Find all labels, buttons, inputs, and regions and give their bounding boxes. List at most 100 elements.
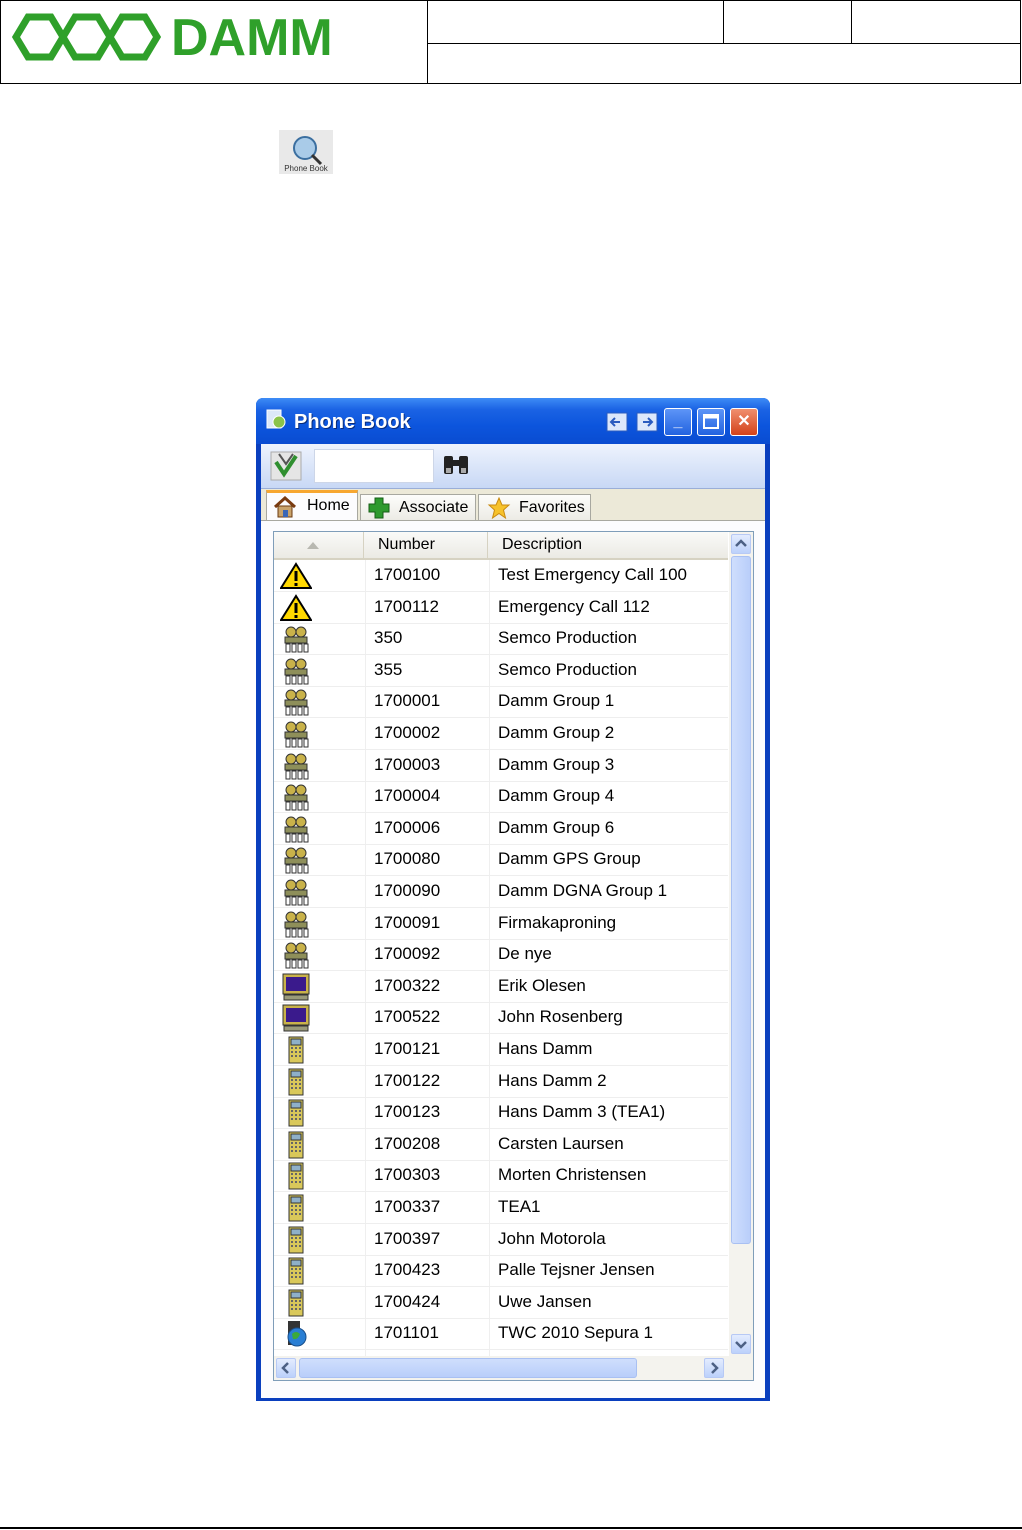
group-icon [280,625,312,653]
row-number: 1700112 [374,596,439,616]
group-icon [280,815,312,843]
horizontal-scroll-thumb[interactable] [299,1358,637,1378]
tab-associate[interactable]: Associate [360,494,476,520]
phone-book-app-icon [264,408,288,437]
binoculars-icon[interactable] [441,452,473,485]
row-number: 1700337 [374,1197,441,1216]
row-description: Test Emergency Call 100 [498,565,687,584]
table-row[interactable]: 1700003 Damm Group 3 [274,750,728,782]
footer-divider [0,1527,1022,1529]
row-description: Uwe Jansen [498,1291,592,1311]
table-row[interactable]: 355 Semco Production [274,655,728,687]
tab-home[interactable]: Home [266,490,358,521]
table-row[interactable]: 1700424 Uwe Jansen [274,1287,728,1319]
logo-text: DAMM [171,9,333,67]
warning-icon [279,593,313,622]
tab-panel-home: Number Description 1700100 Test Emergency… [261,520,765,1398]
group-icon [280,910,312,938]
handheld-radio-icon [280,1226,312,1254]
vertical-scroll-thumb[interactable] [731,556,751,1244]
row-description: Firmakaproning [498,912,617,932]
header-cell-2 [724,1,852,43]
row-number: 1700006 [374,817,441,837]
handheld-radio-icon [280,1068,312,1096]
header-cell-1 [428,1,724,43]
group-icon [280,720,312,748]
row-number: 1700001 [374,691,441,711]
group-icon [280,783,312,811]
table-row[interactable]: 1700122 Hans Damm 2 [274,1066,728,1098]
table-row[interactable]: 1700322 Erik Olesen [274,971,728,1003]
scroll-left-button[interactable] [276,1358,296,1378]
row-number: 1700122 [374,1070,441,1090]
handheld-radio-icon [280,1289,312,1317]
row-number: 1700322 [374,975,441,995]
column-header-number[interactable]: Number [364,532,488,558]
dock-right-icon[interactable] [634,408,662,436]
handheld-radio-icon [280,1162,312,1190]
row-description: Morten Christensen [498,1165,647,1185]
row-description: Damm Group 2 [498,723,615,742]
row-description: Hans Damm 3 (TEA1) [498,1102,666,1122]
table-row[interactable]: 1700092 De nye [274,939,728,972]
row-description: Damm Group 4 [498,786,615,806]
scroll-up-button[interactable] [731,534,751,554]
vertical-scrollbar[interactable] [729,532,753,1357]
filter-check-icon[interactable] [269,450,303,487]
row-description: Semco Production [498,628,637,648]
group-icon [280,688,312,716]
row-description: Semco Production [498,659,637,679]
row-description: Erik Olesen [498,975,586,995]
table-row[interactable]: 1700006 Damm Group 6 [274,813,728,845]
column-header-type[interactable] [274,532,364,558]
maximize-button[interactable] [697,408,725,436]
table-row[interactable]: 1700423 Palle Tejsner Jensen [274,1255,728,1288]
minimize-button[interactable]: _ [664,408,692,436]
column-header-description[interactable]: Description [488,532,728,558]
tab-favorites-label: Favorites [519,499,585,516]
scroll-right-button[interactable] [704,1358,724,1378]
table-row[interactable]: 1700397 John Motorola [274,1224,728,1256]
table-row[interactable]: 1700123 Hans Damm 3 (TEA1) [274,1097,728,1130]
group-icon [280,878,312,906]
row-number: 350 [374,628,403,648]
tab-strip: Home Associate Favorites [261,490,765,521]
scroll-down-button[interactable] [731,1334,751,1354]
handheld-radio-icon [280,1194,312,1222]
table-row[interactable]: 1700001 Damm Group 1 [274,686,728,719]
table-row[interactable]: 350 Semco Production [274,623,728,656]
table-row[interactable]: 1700112 Emergency Call 112 [274,592,728,624]
row-number: 1700003 [374,754,441,774]
table-row[interactable]: 1700100 Test Emergency Call 100 [274,560,728,592]
phone-book-window: Phone Book _ ✕ Home Associate Favorites … [256,398,770,1401]
table-row[interactable]: 1700337 TEA1 [274,1192,728,1224]
table-row[interactable]: 1700091 Firmakaproning [274,908,728,940]
table-row[interactable]: 1700121 Hans Damm [274,1034,728,1066]
home-icon [273,495,297,523]
dock-left-icon[interactable] [604,408,632,436]
title-bar[interactable]: Phone Book _ ✕ [256,398,770,444]
logo-cell: DAMM [1,1,428,83]
close-button[interactable]: ✕ [730,408,758,436]
table-row[interactable]: 1700522 John Rosenberg [274,1002,728,1035]
table-row[interactable]: 1700002 Damm Group 2 [274,718,728,750]
table-row[interactable]: 1700090 Damm DGNA Group 1 [274,876,728,908]
table-row[interactable]: 1700080 Damm GPS Group [274,844,728,877]
tab-associate-label: Associate [399,499,469,516]
table-row[interactable]: 1701101 TWC 2010 Sepura 1 [274,1318,728,1351]
tab-favorites[interactable]: Favorites [478,494,591,520]
damm-logo: DAMM [11,9,333,67]
table-row[interactable]: 1700303 Morten Christensen [274,1160,728,1193]
row-number: 1700080 [374,849,441,869]
row-number: 355 [374,659,403,679]
row-description: Damm Group 3 [498,754,615,774]
dispatcher-terminal-icon [280,1004,312,1032]
row-description: Emergency Call 112 [498,596,650,616]
table-row[interactable]: 1700004 Damm Group 4 [274,781,728,814]
search-input[interactable] [314,449,434,483]
table-row[interactable]: 1700208 Carsten Laursen [274,1129,728,1161]
row-number: 1700090 [374,881,441,900]
horizontal-scrollbar[interactable] [274,1356,753,1380]
row-number: 1700397 [374,1228,441,1248]
handheld-radio-icon [280,1131,312,1159]
